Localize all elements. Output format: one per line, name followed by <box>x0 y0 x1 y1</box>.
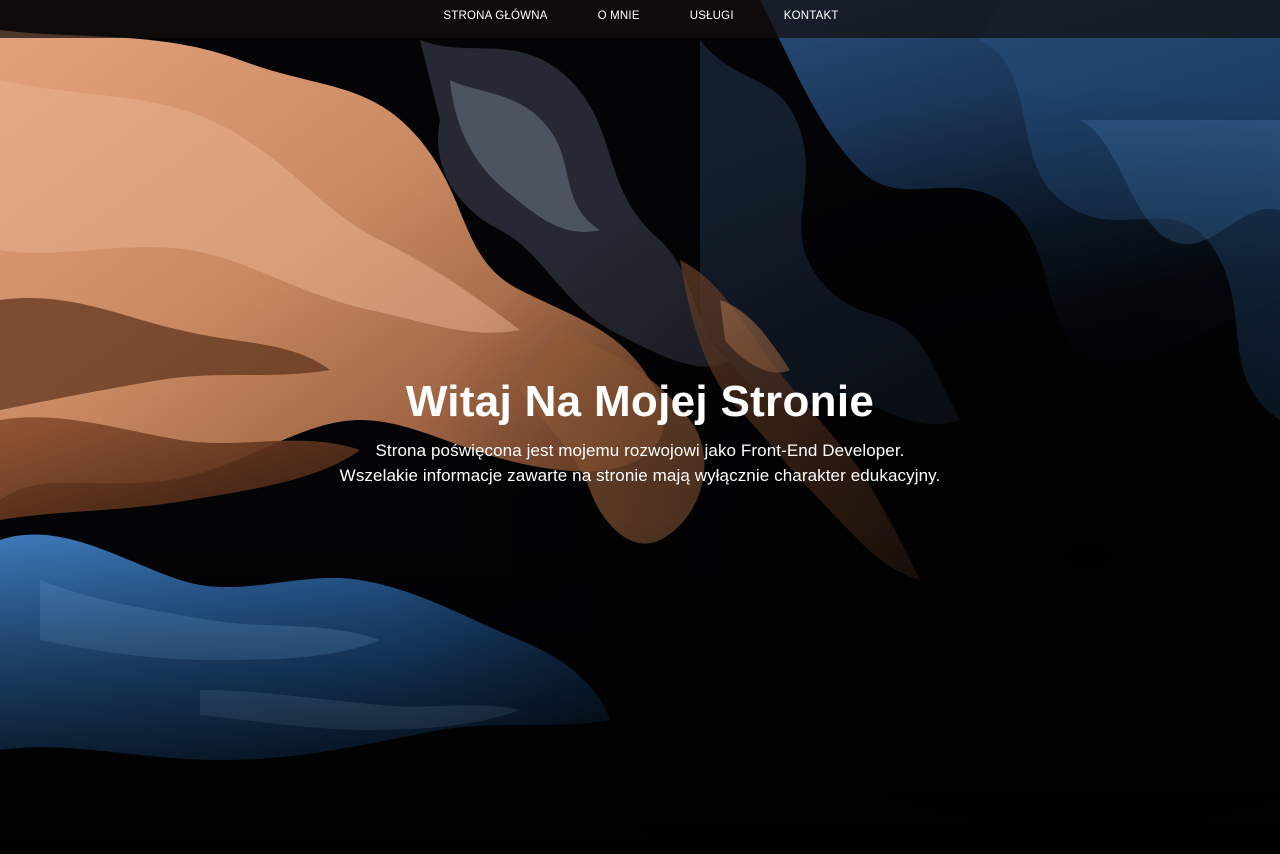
nav-link-contact[interactable]: KONTAKT <box>759 0 864 32</box>
hero-subtitle: Strona poświęcona jest mojemu rozwojowi … <box>0 438 1280 488</box>
hero-text-block: Witaj Na Mojej Stronie Strona poświęcona… <box>0 376 1280 488</box>
hero-subtitle-line-1: Strona poświęcona jest mojemu rozwojowi … <box>375 441 905 460</box>
hero-section: STRONA GŁÓWNA O MNIE USŁUGI KONTAKT Wita… <box>0 0 1280 854</box>
nav-link-services[interactable]: USŁUGI <box>665 0 759 32</box>
nav-menu: STRONA GŁÓWNA O MNIE USŁUGI KONTAKT <box>418 6 863 32</box>
top-navigation-bar: STRONA GŁÓWNA O MNIE USŁUGI KONTAKT <box>0 0 1280 38</box>
hero-subtitle-line-2: Wszelakie informacje zawarte na stronie … <box>339 466 941 485</box>
nav-link-home[interactable]: STRONA GŁÓWNA <box>418 0 572 32</box>
nav-link-about[interactable]: O MNIE <box>573 0 665 32</box>
hero-title: Witaj Na Mojej Stronie <box>405 377 875 426</box>
